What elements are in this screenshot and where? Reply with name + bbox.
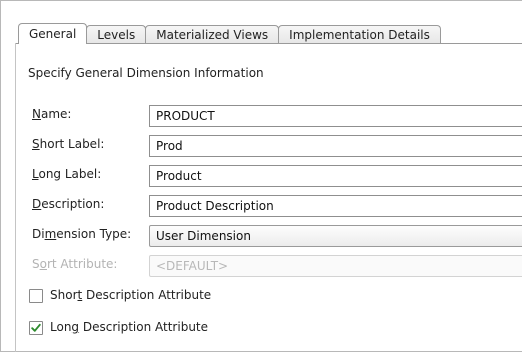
short-description-label[interactable]: Short Description Attribute xyxy=(50,288,211,302)
sort-attribute-select: <DEFAULT> xyxy=(149,255,522,277)
name-label: Name: xyxy=(32,107,72,121)
tab-implementation-details[interactable]: Implementation Details xyxy=(278,25,441,44)
tab-materialized-views[interactable]: Materialized Views xyxy=(145,25,280,44)
dimension-editor-panel: General Levels Materialized Views Implem… xyxy=(0,0,522,352)
content-border xyxy=(15,43,16,352)
long-label-field[interactable]: Product xyxy=(149,165,522,187)
short-label-label: Short Label: xyxy=(32,137,105,151)
short-description-checkbox[interactable] xyxy=(29,289,43,303)
tab-strip: General Levels Materialized Views Implem… xyxy=(18,23,441,44)
tab-levels[interactable]: Levels xyxy=(86,25,147,44)
section-heading: Specify General Dimension Information xyxy=(28,66,264,80)
dimension-type-select[interactable]: User Dimension xyxy=(149,225,522,247)
long-description-label[interactable]: Long Description Attribute xyxy=(50,320,208,334)
dimension-type-label: Dimension Type: xyxy=(32,227,132,241)
short-label-field[interactable]: Prod xyxy=(149,135,522,157)
sort-attribute-label: Sort Attribute: xyxy=(32,257,118,271)
long-description-checkbox[interactable] xyxy=(29,321,43,335)
tab-divider xyxy=(15,43,522,44)
name-field[interactable]: PRODUCT xyxy=(149,105,522,127)
check-mark-icon xyxy=(31,323,41,332)
description-label: Description: xyxy=(32,197,105,211)
tab-general[interactable]: General xyxy=(18,23,88,44)
description-field[interactable]: Product Description xyxy=(149,195,522,217)
long-label-label: Long Label: xyxy=(32,167,102,181)
